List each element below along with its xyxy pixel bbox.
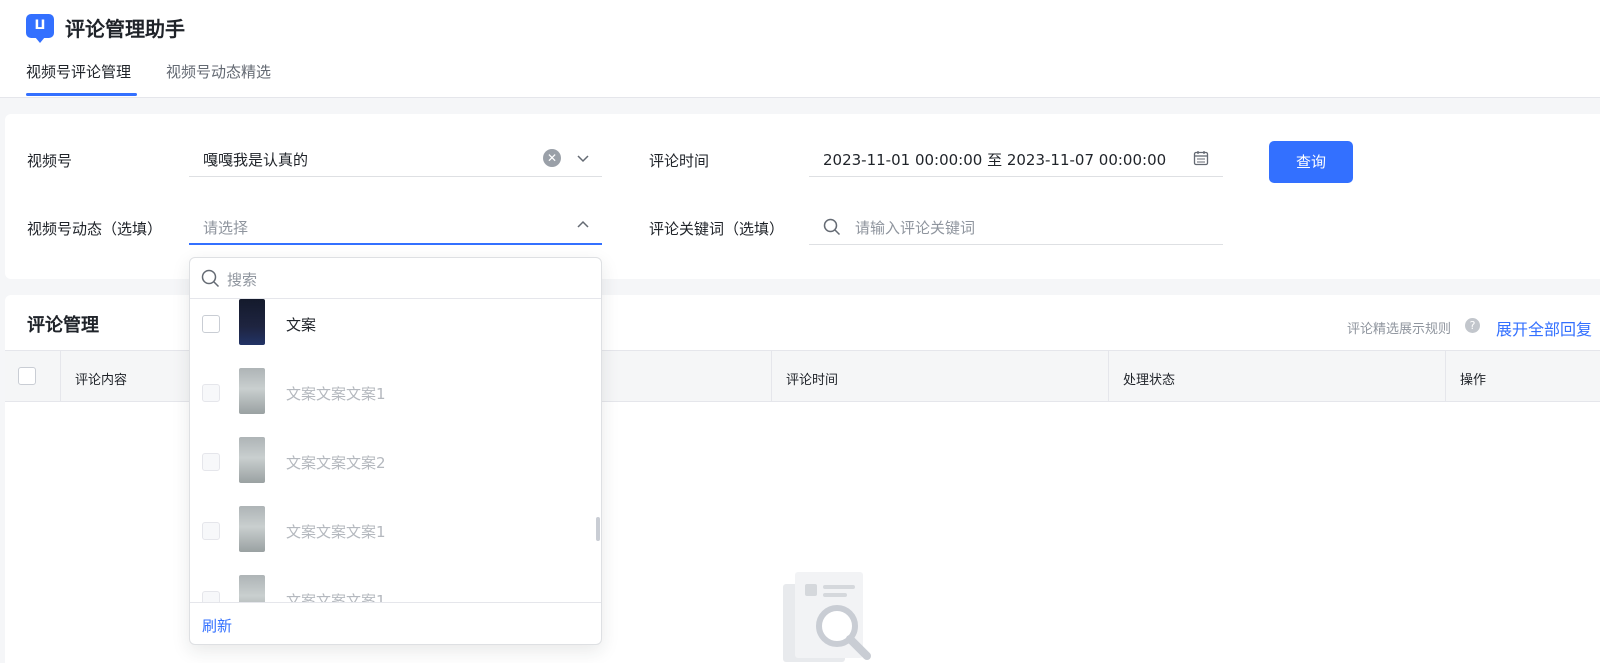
- option-label: 文案文案文案1: [286, 523, 386, 541]
- channel-label: 视频号: [27, 152, 73, 170]
- channel-select-value: 嘎嘎我是认真的: [203, 151, 309, 169]
- option-checkbox: [202, 591, 220, 602]
- clear-icon[interactable]: ✕: [543, 149, 561, 167]
- channel-select[interactable]: 嘎嘎我是认真的 ✕: [189, 137, 602, 177]
- select-all-checkbox[interactable]: [18, 367, 36, 385]
- refresh-button[interactable]: 刷新: [202, 615, 232, 636]
- column-header-time: 评论时间: [786, 373, 839, 388]
- list-item: 文案文案文案2: [190, 437, 601, 506]
- comments-panel-title: 评论管理: [27, 315, 99, 336]
- dropdown-search-placeholder: 搜索: [227, 271, 258, 289]
- tab-comment-management[interactable]: 视频号评论管理: [26, 61, 131, 82]
- column-divider: [771, 351, 772, 401]
- option-label: 文案文案文案1: [286, 385, 386, 403]
- option-checkbox: [202, 453, 220, 471]
- comment-time-range[interactable]: 2023-11-01 00:00:00 至 2023-11-07 00:00:0…: [809, 137, 1223, 177]
- option-checkbox: [202, 522, 220, 540]
- list-item[interactable]: 文案: [190, 299, 601, 368]
- active-tab-indicator: [26, 93, 137, 96]
- comment-time-label: 评论时间: [649, 152, 710, 170]
- option-label: 文案文案文案2: [286, 454, 386, 472]
- dropdown-footer: 刷新: [190, 602, 601, 644]
- expand-all-replies-link[interactable]: 展开全部回复: [1496, 316, 1592, 340]
- post-thumbnail: [239, 575, 265, 602]
- empty-state-illustration-icon: [783, 572, 871, 662]
- post-dropdown: 搜索 文案 文案文案文案1 文案文案文案2 文案文案文案1 文案文案文案1 刷新: [189, 257, 602, 645]
- option-checkbox: [202, 384, 220, 402]
- column-divider: [1445, 351, 1446, 401]
- chevron-up-icon: [577, 220, 589, 228]
- keyword-input-placeholder: 请输入评论关键词: [855, 219, 976, 237]
- search-icon: [823, 218, 841, 236]
- post-thumbnail: [239, 437, 265, 483]
- option-label: 文案: [286, 316, 317, 334]
- question-icon[interactable]: ?: [1465, 318, 1480, 333]
- selection-rule-link[interactable]: 评论精选展示规则: [1347, 318, 1451, 337]
- app-logo-icon: ⵡ: [26, 14, 54, 43]
- post-thumbnail: [239, 368, 265, 414]
- post-select-placeholder: 请选择: [203, 219, 249, 237]
- date-range-value: 2023-11-01 00:00:00 至 2023-11-07 00:00:0…: [823, 151, 1167, 169]
- post-label: 视频号动态（选填）: [27, 220, 163, 238]
- post-select[interactable]: 请选择: [189, 205, 602, 245]
- post-thumbnail: [239, 299, 265, 345]
- list-item: 文案文案文案1: [190, 506, 601, 575]
- chevron-down-icon: [577, 155, 589, 163]
- option-checkbox[interactable]: [202, 315, 220, 333]
- column-header-actions: 操作: [1460, 373, 1487, 388]
- keyword-input[interactable]: 请输入评论关键词: [809, 205, 1223, 245]
- column-header-content: 评论内容: [75, 373, 128, 388]
- search-icon: [201, 269, 220, 288]
- column-divider: [1108, 351, 1109, 401]
- calendar-icon[interactable]: [1193, 150, 1209, 166]
- option-label: 文案文案文案1: [286, 592, 386, 602]
- list-item: 文案文案文案1: [190, 368, 601, 437]
- post-thumbnail: [239, 506, 265, 552]
- keyword-label: 评论关键词（选填）: [649, 220, 785, 238]
- filter-panel: 视频号 嘎嘎我是认真的 ✕ 评论时间 2023-11-01 00:00:00 至…: [5, 114, 1600, 279]
- dropdown-options: 文案 文案文案文案1 文案文案文案2 文案文案文案1 文案文案文案1: [190, 299, 601, 602]
- dropdown-search-input[interactable]: 搜索: [190, 258, 601, 299]
- app-header: ⵡ 评论管理助手 视频号评论管理 视频号动态精选: [0, 0, 1600, 98]
- query-button[interactable]: 查询: [1269, 141, 1353, 183]
- column-divider: [60, 351, 61, 401]
- column-header-status: 处理状态: [1123, 373, 1176, 388]
- dropdown-scrollbar[interactable]: [596, 517, 600, 541]
- tab-post-selection[interactable]: 视频号动态精选: [166, 61, 271, 82]
- app-title: 评论管理助手: [65, 17, 185, 41]
- list-item: 文案文案文案1: [190, 575, 601, 602]
